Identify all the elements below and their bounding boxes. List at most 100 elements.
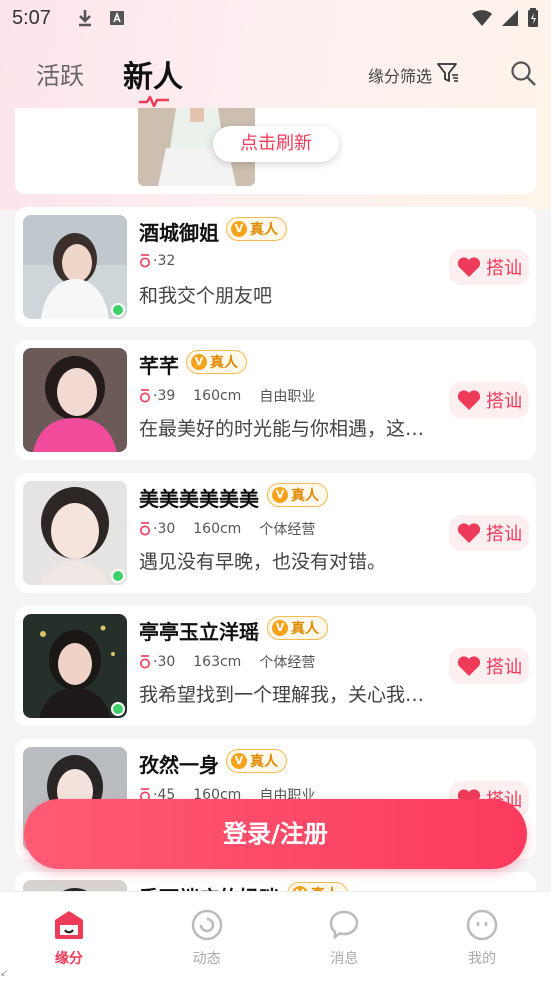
female-icon <box>140 522 150 536</box>
age-value: ·39 <box>153 388 176 404</box>
chat-label: 搭讪 <box>486 657 522 678</box>
search-icon[interactable] <box>510 60 538 92</box>
moments-icon <box>191 909 222 941</box>
keyboard-a-icon <box>109 10 125 26</box>
user-meta: ·39 160cm 自由职业 <box>139 386 315 406</box>
signal-icon <box>501 9 519 32</box>
age-value: ·30 <box>153 654 176 670</box>
avatar <box>23 348 127 452</box>
user-job: 个体经营 <box>259 655 316 671</box>
nav-label: 缘分 <box>54 951 83 967</box>
tab-new[interactable]: 新人 <box>123 52 183 96</box>
chat-label: 搭讪 <box>486 258 522 279</box>
user-bio: 和我交个朋友吧 <box>139 285 273 307</box>
verified-v-icon: V <box>272 620 288 636</box>
user-bio: 在最美好的时光能与你相遇，这… <box>139 418 425 440</box>
avatar <box>23 614 127 718</box>
corner-arrow-icon: ↙ <box>0 968 9 979</box>
badge-label: 真人 <box>250 222 278 238</box>
user-bio: 遇见没有早晚，也没有对错。 <box>139 551 387 573</box>
heart-icon <box>457 257 481 277</box>
user-card[interactable]: 酒城御姐 V 真人 ·32 和我交个朋友吧 搭讪 <box>15 207 536 327</box>
avatar <box>23 215 127 319</box>
user-age: ·32 <box>139 253 175 269</box>
chat-up-button[interactable]: 搭讪 <box>449 515 529 551</box>
heart-icon <box>457 656 481 676</box>
user-name: 美美美美美美 <box>139 487 259 511</box>
verified-badge: V 真人 <box>226 217 287 241</box>
chat-label: 搭讪 <box>486 391 522 412</box>
profile-icon <box>466 909 498 941</box>
nav-label: 我的 <box>468 951 497 967</box>
filter-icon <box>436 62 460 88</box>
partial-user-card: 点击刷新 <box>15 108 536 194</box>
bottom-nav: 缘分 动态 消息 我的 <box>0 891 551 981</box>
user-card[interactable]: 亭亭玉立洋瑶 V 真人 ·30 163cm 个体经营 我希望找到一个理解我，关心… <box>15 606 536 726</box>
nav-item-messages[interactable]: 消息 <box>276 892 414 981</box>
user-job: 个体经营 <box>259 522 316 538</box>
nav-label: 消息 <box>330 951 359 967</box>
female-icon <box>140 655 150 669</box>
fate-icon <box>54 911 83 939</box>
user-bio: 我希望找到一个理解我，关心我… <box>139 684 425 706</box>
user-height: 163cm <box>193 654 242 670</box>
status-time: 5:07 <box>12 6 51 29</box>
chat-up-button[interactable]: 搭讪 <box>449 382 529 418</box>
filter-label: 缘分筛选 <box>368 67 433 86</box>
online-indicator <box>111 702 125 716</box>
filter-button[interactable]: 缘分筛选 <box>368 62 460 88</box>
heart-icon <box>457 390 481 410</box>
user-height: 160cm <box>193 388 242 404</box>
login-register-button[interactable]: 登录/注册 <box>24 799 527 869</box>
chat-up-button[interactable]: 搭讪 <box>449 648 529 684</box>
verified-v-icon: V <box>231 753 247 769</box>
user-card[interactable]: 美美美美美美 V 真人 ·30 160cm 个体经营 遇见没有早晚，也没有对错。… <box>15 473 536 593</box>
refresh-button[interactable]: 点击刷新 <box>213 126 339 162</box>
nav-item-fate[interactable]: 缘分 <box>0 892 138 981</box>
badge-label: 真人 <box>210 355 238 371</box>
verified-badge: V 真人 <box>267 616 328 640</box>
badge-label: 真人 <box>250 754 278 770</box>
badge-label: 真人 <box>291 488 319 504</box>
user-job: 自由职业 <box>259 389 316 405</box>
user-age: ·39 <box>139 388 175 404</box>
user-name: 亭亭玉立洋瑶 <box>139 620 259 644</box>
user-age: ·30 <box>139 654 175 670</box>
verified-badge: V 真人 <box>226 749 287 773</box>
tab-active[interactable]: 活跃 <box>36 56 84 91</box>
nav-label: 动态 <box>192 951 221 967</box>
user-meta: ·30 163cm 个体经营 <box>139 652 315 672</box>
chat-label: 搭讪 <box>486 524 522 545</box>
user-card[interactable]: 芊芊 V 真人 ·39 160cm 自由职业 在最美好的时光能与你相遇，这… 搭… <box>15 340 536 460</box>
user-age: ·30 <box>139 521 175 537</box>
avatar <box>23 481 127 585</box>
verified-badge: V 真人 <box>267 483 328 507</box>
verified-badge: V 真人 <box>186 350 247 374</box>
online-indicator <box>111 303 125 317</box>
heart-icon <box>457 523 481 543</box>
nav-item-me[interactable]: 我的 <box>413 892 551 981</box>
age-value: ·30 <box>153 521 176 537</box>
top-header: 活跃 新人 缘分筛选 <box>0 44 551 108</box>
user-name: 酒城御姐 <box>139 221 219 245</box>
user-meta: ·32 <box>139 253 175 269</box>
chat-up-button[interactable]: 搭讪 <box>449 249 529 285</box>
verified-v-icon: V <box>191 354 207 370</box>
female-icon <box>140 254 150 268</box>
user-meta: ·30 160cm 个体经营 <box>139 519 315 539</box>
user-name: 芊芊 <box>139 354 179 378</box>
user-name: 孜然一身 <box>139 753 219 777</box>
wifi-icon <box>471 9 493 32</box>
verified-v-icon: V <box>231 221 247 237</box>
download-icon <box>77 9 93 27</box>
verified-v-icon: V <box>272 487 288 503</box>
online-indicator <box>111 569 125 583</box>
badge-label: 真人 <box>291 621 319 637</box>
status-bar: 5:07 <box>0 0 551 36</box>
female-icon <box>140 389 150 403</box>
user-height: 160cm <box>193 521 242 537</box>
nav-item-moments[interactable]: 动态 <box>138 892 276 981</box>
battery-icon <box>527 8 539 33</box>
age-value: ·32 <box>153 253 176 269</box>
message-icon <box>330 910 359 940</box>
